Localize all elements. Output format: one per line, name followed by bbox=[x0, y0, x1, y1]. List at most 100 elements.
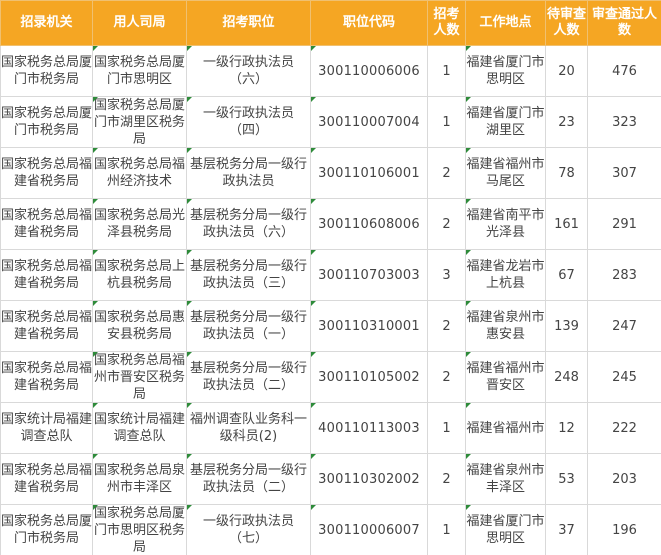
cell-recruiting-agency: 国家税务总局厦门市税务局 bbox=[0, 96, 93, 148]
cell-position-code-text: 300110006007 bbox=[318, 522, 420, 538]
cell-work-location-text: 福建省福州市晋安区 bbox=[466, 361, 545, 393]
cell-position: 基层税务分局一级行政执法员（二） bbox=[186, 453, 311, 505]
cell-recruit-count: 1 bbox=[427, 45, 466, 97]
cell-recruit-count: 2 bbox=[427, 198, 466, 250]
cell-review-passed: 476 bbox=[587, 45, 661, 97]
cell-recruiting-agency-text: 国家税务总局福建省税务局 bbox=[1, 208, 92, 240]
cell-recruiting-agency: 国家税务总局福建省税务局 bbox=[0, 249, 93, 301]
cell-position-text: 一级行政执法员（六） bbox=[202, 55, 294, 87]
cell-pending-review-text: 23 bbox=[558, 114, 575, 130]
cell-position-code: 300110105002 bbox=[310, 351, 428, 403]
cell-employing-bureau-text: 国家税务总局厦门市思明区 bbox=[93, 55, 185, 87]
cell-work-location: 福建省泉州市惠安县 bbox=[465, 300, 546, 352]
cell-recruit-count-text: 3 bbox=[442, 267, 451, 283]
cell-employing-bureau-text: 国家税务总局厦门市思明区税务局 bbox=[93, 506, 185, 555]
cell-recruit-count-text: 1 bbox=[442, 522, 451, 538]
cell-employing-bureau: 国家税务总局上杭县税务局 bbox=[92, 249, 187, 301]
cell-pending-review: 67 bbox=[545, 249, 588, 301]
cell-position: 一级行政执法员（六） bbox=[186, 45, 311, 97]
cell-employing-bureau: 国家税务总局厦门市湖里区税务局 bbox=[92, 96, 187, 148]
table-row: 国家税务总局福建省税务局 国家税务总局惠安县税务局 基层税务分局一级行政执法员（一）… bbox=[0, 300, 661, 352]
cell-work-location: 福建省福州市晋安区 bbox=[465, 351, 546, 403]
cell-pending-review-text: 37 bbox=[558, 522, 575, 538]
cell-recruiting-agency: 国家税务总局厦门市税务局 bbox=[0, 504, 93, 555]
recruitment-table-container: 招录机关 用人司局 招考职位 职位代码 招考人数 工作地点 待审查人数 审查通过… bbox=[0, 0, 661, 555]
cell-position-code: 300110310001 bbox=[310, 300, 428, 352]
cell-pending-review-text: 248 bbox=[554, 369, 579, 385]
cell-position-code: 400110113003 bbox=[310, 402, 428, 454]
cell-employing-bureau-text: 国家统计局福建调查总队 bbox=[93, 412, 185, 444]
table-row: 国家税务总局福建省税务局 国家税务总局上杭县税务局 基层税务分局一级行政执法员（三）… bbox=[0, 249, 661, 301]
cell-recruiting-agency-text: 国家税务总局厦门市税务局 bbox=[1, 514, 92, 546]
cell-employing-bureau: 国家税务总局厦门市思明区 bbox=[92, 45, 187, 97]
cell-pending-review-text: 12 bbox=[558, 420, 575, 436]
header-recruiting-agency: 招录机关 bbox=[0, 0, 93, 46]
cell-review-passed: 291 bbox=[587, 198, 661, 250]
cell-pending-review-text: 67 bbox=[558, 267, 575, 283]
cell-position: 基层税务分局一级行政执法员 bbox=[186, 147, 311, 199]
cell-position-code-text: 300110106001 bbox=[318, 165, 420, 181]
cell-review-passed: 247 bbox=[587, 300, 661, 352]
cell-review-passed: 283 bbox=[587, 249, 661, 301]
cell-employing-bureau-text: 国家税务总局福州经济技术 bbox=[93, 157, 185, 189]
cell-position-text: 一级行政执法员（四） bbox=[202, 106, 294, 138]
cell-pending-review: 23 bbox=[545, 96, 588, 148]
cell-position-code-text: 400110113003 bbox=[318, 420, 420, 436]
cell-position: 福州调查队业务科一级科员(2) bbox=[186, 402, 311, 454]
cell-recruit-count-text: 1 bbox=[442, 114, 451, 130]
cell-work-location: 福建省泉州市丰泽区 bbox=[465, 453, 546, 505]
cell-employing-bureau: 国家税务总局泉州市丰泽区 bbox=[92, 453, 187, 505]
cell-recruit-count-text: 2 bbox=[442, 369, 451, 385]
cell-position: 基层税务分局一级行政执法员（二） bbox=[186, 351, 311, 403]
cell-pending-review-text: 161 bbox=[554, 216, 579, 232]
cell-recruiting-agency-text: 国家统计局福建调查总队 bbox=[1, 412, 92, 444]
cell-review-passed-text: 291 bbox=[612, 216, 637, 232]
cell-review-passed-text: 196 bbox=[612, 522, 637, 538]
header-row: 招录机关 用人司局 招考职位 职位代码 招考人数 工作地点 待审查人数 审查通过… bbox=[0, 0, 661, 46]
cell-employing-bureau-text: 国家税务总局福州市晋安区税务局 bbox=[93, 353, 185, 402]
cell-position: 基层税务分局一级行政执法员（三） bbox=[186, 249, 311, 301]
cell-review-passed-text: 247 bbox=[612, 318, 637, 334]
cell-review-passed: 245 bbox=[587, 351, 661, 403]
cell-pending-review-text: 139 bbox=[554, 318, 579, 334]
cell-position-code-text: 300110703003 bbox=[318, 267, 420, 283]
cell-position-code-text: 300110007004 bbox=[318, 114, 420, 130]
cell-recruit-count: 2 bbox=[427, 453, 466, 505]
cell-pending-review-text: 20 bbox=[558, 63, 575, 79]
cell-position-code: 300110106001 bbox=[310, 147, 428, 199]
cell-work-location: 福建省福州市马尾区 bbox=[465, 147, 546, 199]
cell-recruiting-agency-text: 国家税务总局厦门市税务局 bbox=[1, 55, 92, 87]
cell-review-passed: 307 bbox=[587, 147, 661, 199]
cell-position-text: 基层税务分局一级行政执法员 bbox=[189, 157, 307, 189]
cell-recruit-count: 1 bbox=[427, 504, 466, 555]
cell-position-code: 300110608006 bbox=[310, 198, 428, 250]
cell-position-code-text: 300110608006 bbox=[318, 216, 420, 232]
cell-work-location: 福建省厦门市湖里区 bbox=[465, 96, 546, 148]
cell-pending-review: 161 bbox=[545, 198, 588, 250]
cell-position-code-text: 300110105002 bbox=[318, 369, 420, 385]
cell-work-location: 福建省厦门市思明区 bbox=[465, 504, 546, 555]
cell-position-code: 300110006006 bbox=[310, 45, 428, 97]
cell-recruiting-agency-text: 国家税务总局厦门市税务局 bbox=[1, 106, 92, 138]
table-row: 国家统计局福建调查总队 国家统计局福建调查总队 福州调查队业务科一级科员(2) 400… bbox=[0, 402, 661, 454]
cell-recruit-count: 3 bbox=[427, 249, 466, 301]
cell-recruiting-agency: 国家税务总局福建省税务局 bbox=[0, 300, 93, 352]
cell-review-passed: 203 bbox=[587, 453, 661, 505]
cell-employing-bureau-text: 国家税务总局惠安县税务局 bbox=[93, 310, 185, 342]
cell-position-text: 基层税务分局一级行政执法员（一） bbox=[189, 310, 307, 342]
table-row: 国家税务总局厦门市税务局 国家税务总局厦门市湖里区税务局 一级行政执法员（四） 300… bbox=[0, 96, 661, 148]
cell-position-code: 300110703003 bbox=[310, 249, 428, 301]
cell-employing-bureau: 国家税务总局惠安县税务局 bbox=[92, 300, 187, 352]
cell-employing-bureau: 国家税务总局厦门市思明区税务局 bbox=[92, 504, 187, 555]
cell-recruit-count-text: 1 bbox=[442, 63, 451, 79]
cell-review-passed-text: 203 bbox=[612, 471, 637, 487]
cell-employing-bureau-text: 国家税务总局泉州市丰泽区 bbox=[93, 463, 185, 495]
cell-position: 基层税务分局一级行政执法员（一） bbox=[186, 300, 311, 352]
cell-employing-bureau: 国家税务总局福州经济技术 bbox=[92, 147, 187, 199]
cell-employing-bureau-text: 国家税务总局上杭县税务局 bbox=[93, 259, 185, 291]
cell-position: 一级行政执法员（七） bbox=[186, 504, 311, 555]
cell-work-location: 福建省福州市 bbox=[465, 402, 546, 454]
table-row: 国家税务总局福建省税务局 国家税务总局福州市晋安区税务局 基层税务分局一级行政执法员… bbox=[0, 351, 661, 403]
cell-pending-review: 78 bbox=[545, 147, 588, 199]
cell-recruit-count: 1 bbox=[427, 402, 466, 454]
